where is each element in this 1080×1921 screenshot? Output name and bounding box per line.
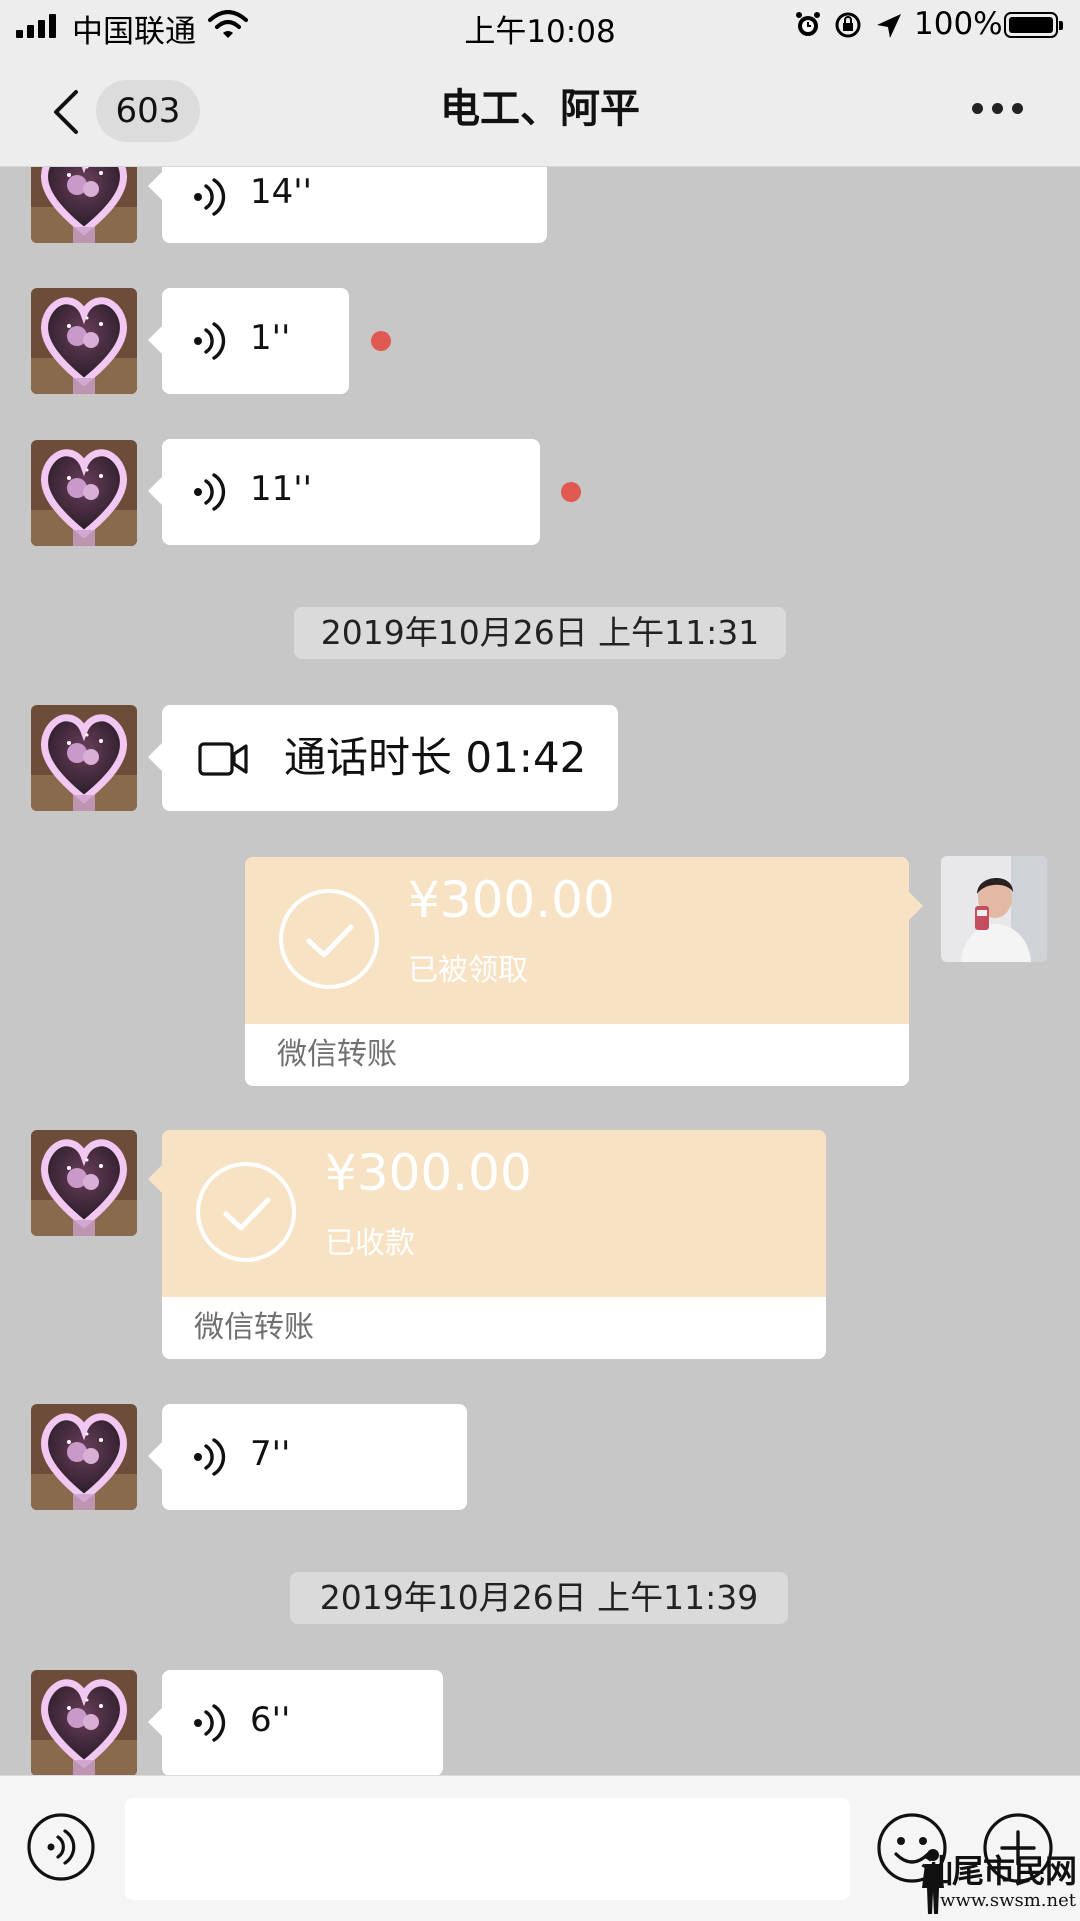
unread-count-badge[interactable]: 603 bbox=[96, 80, 200, 142]
video-camera-icon bbox=[198, 742, 248, 776]
watermark-text: 汕尾市民网 bbox=[920, 1852, 1077, 1890]
voice-message[interactable]: 1'' bbox=[148, 288, 349, 394]
call-duration-text: 通话时长 01:42 bbox=[284, 733, 587, 782]
unread-dot bbox=[371, 331, 391, 351]
contact-avatar[interactable] bbox=[31, 1130, 137, 1236]
check-circle-icon bbox=[277, 887, 381, 991]
status-bar: 中国联通 上午10:08 100% bbox=[0, 0, 1080, 52]
voice-duration: 11'' bbox=[250, 469, 312, 509]
voice-message[interactable]: 6'' bbox=[148, 1670, 443, 1775]
voice-waves-icon bbox=[192, 177, 228, 217]
contact-avatar[interactable] bbox=[31, 440, 137, 546]
more-dots-icon[interactable] bbox=[972, 100, 1024, 116]
voice-message[interactable]: 7'' bbox=[148, 1404, 467, 1510]
voice-message[interactable]: 11'' bbox=[148, 439, 540, 545]
bubble-tail bbox=[148, 1165, 162, 1193]
check-circle-icon bbox=[194, 1160, 298, 1264]
transfer-sent-card[interactable]: ¥300.00 已被领取 微信转账 bbox=[245, 857, 909, 1086]
message-list[interactable]: 14'' 1'' 11'' 2019年10月26日 上午11:31 通话时长 0… bbox=[0, 167, 1080, 1775]
voice-waves-icon bbox=[192, 321, 228, 361]
voice-waves-icon bbox=[192, 472, 228, 512]
unread-dot bbox=[561, 482, 581, 502]
voice-mode-icon[interactable] bbox=[26, 1812, 96, 1882]
contact-avatar[interactable] bbox=[31, 1670, 137, 1775]
site-watermark: 汕尾市民网 www.swsm.net bbox=[918, 1846, 1078, 1918]
transfer-received-card[interactable]: ¥300.00 已收款 微信转账 bbox=[162, 1130, 826, 1359]
voice-waves-icon bbox=[192, 1437, 228, 1477]
message-timestamp: 2019年10月26日 上午11:31 bbox=[294, 607, 786, 659]
battery-percent: 100% bbox=[914, 6, 1003, 42]
transfer-label: 微信转账 bbox=[194, 1310, 314, 1345]
my-avatar[interactable] bbox=[941, 856, 1047, 962]
status-icons bbox=[796, 12, 901, 38]
voice-duration: 6'' bbox=[250, 1700, 291, 1740]
transfer-status: 已被领取 bbox=[408, 953, 528, 988]
contact-avatar[interactable] bbox=[31, 167, 137, 243]
voice-duration: 14'' bbox=[250, 172, 312, 212]
transfer-amount: ¥300.00 bbox=[408, 871, 615, 929]
back-chevron-icon[interactable] bbox=[50, 88, 82, 136]
transfer-card-top: ¥300.00 已收款 bbox=[162, 1130, 826, 1297]
transfer-card-top: ¥300.00 已被领取 bbox=[245, 857, 909, 1024]
battery-level bbox=[1009, 17, 1053, 33]
voice-waves-icon bbox=[192, 1703, 228, 1743]
video-call-message[interactable]: 通话时长 01:42 bbox=[148, 705, 618, 811]
rotation-lock-icon bbox=[835, 12, 861, 38]
contact-avatar[interactable] bbox=[31, 1404, 137, 1510]
location-icon bbox=[877, 14, 901, 38]
bubble-tail bbox=[909, 892, 923, 920]
message-input[interactable] bbox=[125, 1798, 850, 1900]
alarm-icon bbox=[796, 12, 820, 36]
transfer-amount: ¥300.00 bbox=[325, 1144, 532, 1202]
contact-avatar[interactable] bbox=[31, 288, 137, 394]
transfer-status: 已收款 bbox=[325, 1226, 415, 1261]
battery-icon bbox=[1004, 12, 1063, 38]
message-timestamp: 2019年10月26日 上午11:39 bbox=[290, 1572, 788, 1624]
chat-header: 电工、阿平 603 bbox=[0, 52, 1080, 167]
contact-avatar[interactable] bbox=[31, 705, 137, 811]
watermark-url: www.swsm.net bbox=[940, 1890, 1076, 1911]
transfer-label: 微信转账 bbox=[277, 1037, 397, 1072]
voice-message[interactable]: 14'' bbox=[148, 167, 547, 243]
voice-duration: 7'' bbox=[250, 1434, 291, 1474]
voice-duration: 1'' bbox=[250, 318, 291, 358]
